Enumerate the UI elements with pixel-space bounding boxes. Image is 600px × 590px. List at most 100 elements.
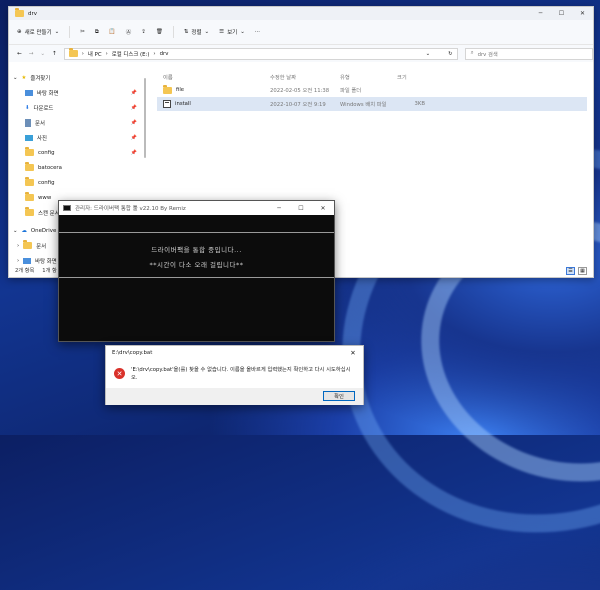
nav-label: www	[38, 194, 52, 201]
minimize-button[interactable]: ─	[530, 7, 551, 20]
up-arrow-icon[interactable]: ↑	[52, 51, 57, 57]
plus-circle-icon: ⊕	[17, 29, 22, 35]
dialog-footer: 확인	[106, 388, 363, 405]
back-arrow-icon[interactable]: ←	[17, 51, 22, 57]
address-bar[interactable]: › 내 PC › 로컬 디스크 (E:) › drv ⌄ ↻	[63, 47, 458, 60]
console-window: 관리자: 드라이버팩 통합 툴 v22.10 By Remiz ─ ☐ ✕ 드라…	[58, 200, 335, 342]
nav-label: 문서	[36, 243, 47, 250]
pin-icon: 📌	[130, 89, 137, 96]
close-button[interactable]: ✕	[572, 7, 593, 20]
forward-arrow-icon[interactable]: →	[29, 51, 34, 57]
view-toggle: ☰ ▦	[566, 267, 587, 275]
ok-button[interactable]: 확인	[323, 391, 355, 401]
maximize-button[interactable]: ☐	[290, 201, 312, 215]
breadcrumb-separator: ›	[153, 50, 156, 57]
desktop-icon	[23, 257, 32, 264]
search-box[interactable]: ⌕ drv 검색	[464, 47, 593, 60]
column-header-type[interactable]: 유형	[340, 73, 395, 81]
sort-button[interactable]: ⇅ 정렬 ⌄	[184, 28, 209, 36]
nav-item-pictures[interactable]: 사진 📌	[9, 130, 141, 145]
nav-label: OneDrive	[30, 227, 57, 234]
console-line-2: **시간이 다소 오래 걸립니다**	[149, 261, 244, 269]
file-name-cell: file	[157, 84, 270, 94]
share-icon[interactable]: ⇪	[141, 29, 146, 35]
error-icon: ✕	[114, 368, 125, 379]
error-dialog: E:\drv\copy.bat ✕ ✕ 'E:\drv\copy.bat'을(를…	[105, 345, 364, 405]
download-icon: ⬇	[25, 104, 30, 111]
column-header-date[interactable]: 수정한 날짜	[270, 73, 340, 81]
rename-icon[interactable]: Ⓐ	[126, 28, 132, 36]
nav-item-desktop[interactable]: 바탕 화면 📌	[9, 85, 141, 100]
nav-item-downloads[interactable]: ⬇ 다운로드 📌	[9, 100, 141, 115]
toolbar-divider	[69, 26, 71, 38]
nav-label: 사진	[37, 135, 47, 142]
column-headers: 이름 수정한 날짜 유형 크기	[157, 70, 587, 83]
explorer-titlebar: drv ─ ☐ ✕	[9, 7, 593, 20]
file-type: 파일 폴더	[340, 88, 362, 94]
delete-icon[interactable]: 🗑	[156, 29, 163, 35]
file-date: 2022-02-05 오전 11:38	[270, 88, 330, 94]
new-button-label: 새로 만들기	[24, 30, 52, 36]
nav-label: config	[38, 149, 55, 156]
desktop-icon	[25, 89, 33, 96]
folder-icon	[25, 147, 34, 156]
star-icon: ★	[21, 74, 27, 81]
folder-icon	[15, 8, 24, 17]
details-view-icon[interactable]: ☰	[566, 267, 575, 275]
scrollbar-thumb[interactable]	[144, 78, 146, 158]
console-divider	[59, 232, 334, 233]
toolbar-divider	[172, 26, 174, 38]
sort-button-label: 정렬	[191, 30, 202, 36]
chevron-down-icon: ⌄	[204, 29, 210, 35]
folder-icon	[68, 48, 78, 57]
dialog-message: 'E:\drv\copy.bat'을(를) 찾을 수 없습니다. 이름을 올바르…	[131, 367, 351, 381]
dialog-title: E:\drv\copy.bat	[112, 350, 153, 356]
column-header-size[interactable]: 크기	[395, 73, 425, 81]
nav-item-config-2[interactable]: config	[9, 175, 141, 190]
address-bar-row: ← → ⌄ ↑ › 내 PC › 로컬 디스크 (E:) › drv ⌄ ↻ ⌕…	[9, 45, 593, 62]
file-list: 이름 수정한 날짜 유형 크기 file 2022-02-05 오전 11:38…	[157, 70, 587, 111]
file-row[interactable]: file 2022-02-05 오전 11:38 파일 폴더	[157, 83, 587, 97]
column-header-name[interactable]: 이름	[157, 73, 270, 81]
breadcrumb-drv[interactable]: drv	[160, 51, 169, 57]
file-type: Windows 배치 파일	[340, 102, 387, 108]
nav-item-config[interactable]: config 📌	[9, 145, 141, 160]
nav-label: batocera	[38, 164, 62, 171]
console-titlebar: 관리자: 드라이버팩 통합 툴 v22.10 By Remiz ─ ☐ ✕	[59, 201, 334, 215]
dialog-close-button[interactable]: ✕	[343, 346, 363, 360]
nav-item-batocera[interactable]: batocera	[9, 160, 141, 175]
pin-icon: 📌	[130, 149, 137, 156]
window-controls: ─ ☐ ✕	[268, 201, 334, 215]
file-name: file	[176, 87, 185, 93]
folder-icon	[163, 84, 172, 94]
console-divider	[59, 277, 334, 278]
breadcrumb-this-pc[interactable]: 내 PC	[88, 50, 102, 58]
file-row-selected[interactable]: install 2022-10-07 오전 9:19 Windows 배치 파일…	[157, 97, 587, 111]
folder-icon	[23, 240, 33, 249]
console-line-1: 드라이버팩을 통합 중입니다...	[151, 246, 242, 254]
view-button[interactable]: ☰ 보기 ⌄	[219, 28, 245, 36]
breadcrumb-separator: ›	[81, 50, 84, 57]
nav-quick-access[interactable]: ⌄ ★ 즐겨찾기	[9, 70, 141, 85]
folder-icon	[25, 207, 34, 216]
tiles-view-icon[interactable]: ▦	[578, 267, 587, 275]
nav-label: 바탕 화면	[37, 90, 59, 97]
breadcrumb-local-disk[interactable]: 로컬 디스크 (E:)	[112, 50, 150, 58]
chevron-right-icon: ›	[17, 257, 20, 264]
window-controls: ─ ☐ ✕	[530, 7, 593, 20]
address-dropdown-icon[interactable]: ⌄	[426, 51, 431, 57]
new-button[interactable]: ⊕ 새로 만들기 ⌄	[17, 28, 59, 36]
cut-icon[interactable]: ✂	[80, 29, 85, 35]
minimize-button[interactable]: ─	[268, 201, 290, 215]
close-button[interactable]: ✕	[312, 201, 334, 215]
more-options-button[interactable]: ···	[255, 29, 260, 35]
refresh-icon[interactable]: ↻	[448, 51, 453, 57]
paste-icon[interactable]: 📋	[109, 29, 116, 35]
recent-chevron-icon[interactable]: ⌄	[40, 51, 45, 57]
nav-item-documents[interactable]: 문서 📌	[9, 115, 141, 130]
document-icon	[25, 118, 31, 127]
folder-icon	[25, 162, 34, 171]
console-title: 관리자: 드라이버팩 통합 툴 v22.10 By Remiz	[75, 206, 186, 212]
maximize-button[interactable]: ☐	[551, 7, 572, 20]
copy-icon[interactable]: ⧉	[95, 29, 99, 36]
